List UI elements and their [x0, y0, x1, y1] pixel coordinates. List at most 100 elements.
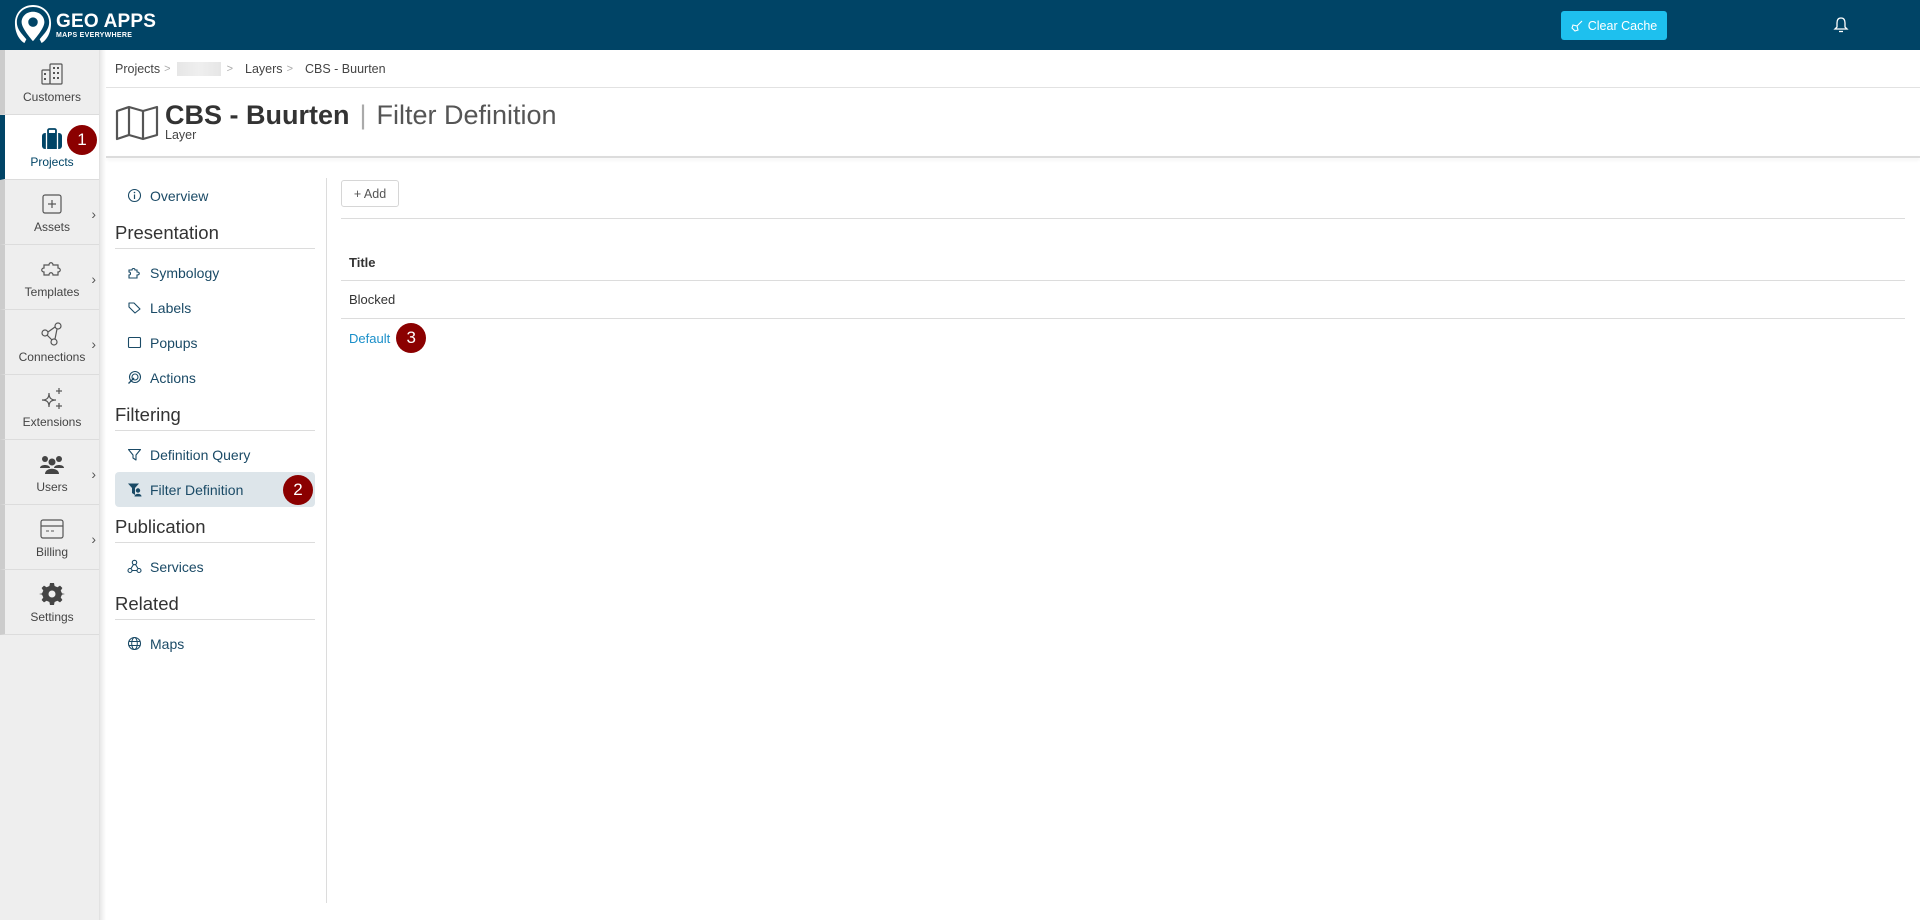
nav-label: Customers	[22, 89, 81, 104]
section-title-publication: Publication	[115, 507, 315, 543]
step-badge: 1	[67, 125, 97, 155]
row-title: Blocked	[349, 292, 396, 307]
buildings-icon	[39, 61, 65, 87]
breadcrumb-separator: >	[226, 63, 234, 75]
tag-icon	[128, 302, 141, 314]
breadcrumb: Projects > > Layers > CBS - Buurten	[115, 60, 386, 78]
breadcrumb-projects[interactable]: Projects	[115, 62, 160, 76]
nav-label: Settings	[30, 609, 74, 624]
credit-card-icon	[39, 516, 65, 542]
nav-label: Billing	[35, 544, 68, 559]
subnav-label: Actions	[150, 369, 196, 386]
nav-label: Users	[36, 479, 68, 494]
divider	[341, 218, 1905, 219]
chevron-right-icon: ›	[91, 271, 96, 287]
gear-icon	[39, 581, 65, 607]
subnav-symbology[interactable]: Symbology	[115, 255, 315, 290]
nav-label: Connections	[18, 349, 86, 364]
nav-item-billing[interactable]: Billing ›	[0, 505, 99, 570]
nav-item-connections[interactable]: Connections ›	[0, 310, 99, 375]
nav-item-templates[interactable]: Templates ›	[0, 245, 99, 310]
subnav-label: Filter Definition	[150, 481, 244, 498]
breadcrumb-separator: >	[164, 63, 171, 75]
logo-title: GEO APPS	[56, 10, 157, 32]
nav-item-settings[interactable]: Settings	[0, 570, 99, 635]
filter-icon	[127, 448, 142, 461]
subnav-maps[interactable]: Maps	[115, 626, 315, 661]
geo-apps-logo[interactable]: GEO APPS MAPS EVERYWHERE	[14, 5, 156, 45]
column-header-title[interactable]: Title	[341, 245, 1905, 281]
subnav-label: Symbology	[150, 264, 220, 281]
subnav-label: Labels	[150, 299, 192, 316]
nav-item-extensions[interactable]: Extensions	[0, 375, 99, 440]
sparkle-icon	[39, 386, 65, 412]
subnav-actions[interactable]: Actions	[115, 360, 315, 395]
subnav-filter-definition[interactable]: Filter Definition 2	[115, 472, 315, 507]
page-subtitle: Filter Definition	[376, 100, 557, 130]
logo-subtitle: MAPS EVERYWHERE	[56, 31, 133, 39]
page-title: CBS - Buurten	[165, 100, 350, 130]
row-title-link[interactable]: Default	[349, 331, 390, 346]
breadcrumb-project-redacted[interactable]	[176, 62, 221, 76]
page-header: CBS - Buurten | Filter Definition Layer	[115, 100, 557, 142]
filter-definitions-table: Title Blocked Default 3	[341, 245, 1905, 357]
subnav-services[interactable]: Services	[115, 549, 315, 584]
clear-cache-label: Clear Cache	[1587, 18, 1658, 33]
chevron-right-icon: ›	[91, 336, 96, 352]
add-button[interactable]: + Add	[341, 180, 399, 207]
clear-cache-button[interactable]: Clear Cache	[1561, 11, 1667, 40]
subnav-label: Services	[150, 558, 204, 575]
top-bar: GEO APPS MAPS EVERYWHERE Clear Cache	[0, 0, 1920, 50]
network-icon	[39, 321, 65, 347]
nav-item-users[interactable]: Users ›	[0, 440, 99, 505]
chevron-right-icon: ›	[91, 206, 96, 222]
filter-user-icon	[128, 483, 142, 497]
nav-item-projects[interactable]: Projects 1	[0, 115, 99, 180]
divider	[106, 156, 1920, 158]
subnav-overview[interactable]: Overview	[115, 178, 315, 213]
nav-item-customers[interactable]: Customers	[0, 50, 99, 115]
table-row[interactable]: Default 3	[341, 319, 1905, 357]
nav-item-assets[interactable]: Assets ›	[0, 180, 99, 245]
subnav-label: Popups	[150, 334, 198, 351]
chevron-right-icon: ›	[91, 466, 96, 482]
broom-icon	[1571, 20, 1583, 32]
section-title-related: Related	[115, 584, 315, 620]
layer-subnav: Overview Presentation Symbology Labels P…	[115, 178, 315, 661]
map-icon	[115, 105, 159, 141]
chevron-right-icon: ›	[91, 531, 96, 547]
nav-label: Extensions	[22, 414, 82, 429]
section-title-presentation: Presentation	[115, 213, 315, 249]
table-row[interactable]: Blocked	[341, 281, 1905, 319]
nav-label: Templates	[24, 284, 80, 299]
breadcrumb-layers[interactable]: Layers	[245, 62, 283, 76]
divider	[106, 87, 1920, 88]
subnav-popups[interactable]: Popups	[115, 325, 315, 360]
subnav-definition-query[interactable]: Definition Query	[115, 437, 315, 472]
users-icon	[39, 451, 65, 477]
target-click-icon	[128, 370, 142, 384]
nav-label: Assets	[33, 219, 70, 234]
title-separator: |	[359, 100, 367, 130]
puzzle-icon	[39, 256, 65, 282]
bell-icon[interactable]	[1833, 16, 1849, 34]
breadcrumb-current: CBS - Buurten	[305, 62, 386, 76]
window-icon	[127, 336, 142, 349]
info-icon	[127, 188, 142, 203]
step-badge: 3	[396, 323, 427, 353]
briefcase-icon	[39, 126, 65, 152]
subnav-labels[interactable]: Labels	[115, 290, 315, 325]
nav-label: Projects	[30, 154, 74, 169]
step-badge: 2	[283, 475, 313, 505]
subnav-label: Overview	[150, 187, 209, 204]
services-icon	[127, 559, 142, 574]
plus-square-icon	[39, 191, 65, 217]
subnav-label: Definition Query	[150, 446, 251, 463]
puzzle-icon	[128, 267, 140, 279]
left-nav: Customers Projects 1 Assets › Templates …	[0, 50, 100, 920]
section-title-filtering: Filtering	[115, 395, 315, 431]
globe-icon	[127, 636, 142, 651]
divider	[326, 178, 327, 903]
nav-shadow	[100, 50, 106, 920]
subnav-label: Maps	[150, 635, 185, 652]
